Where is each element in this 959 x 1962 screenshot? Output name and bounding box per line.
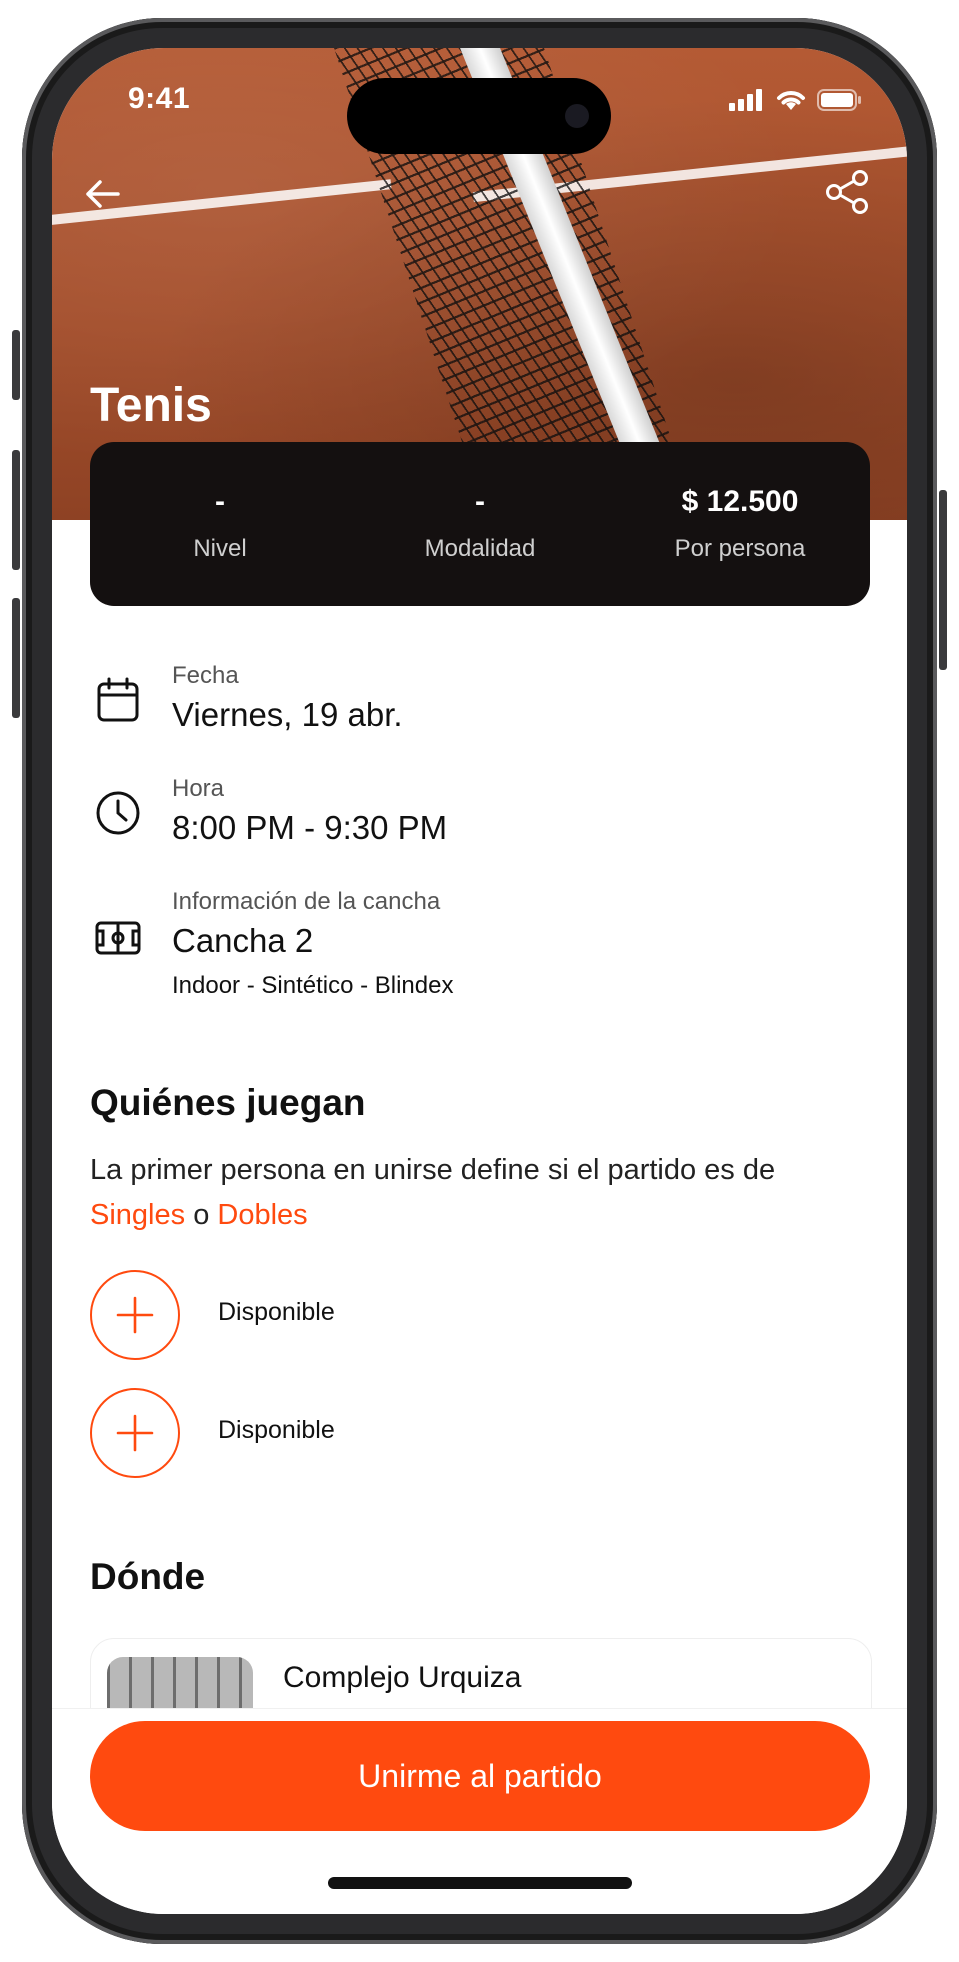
- volume-up-button: [12, 450, 20, 570]
- court-icon: [95, 921, 141, 955]
- stat-mode: - Modalidad: [350, 442, 610, 606]
- dynamic-island: [347, 78, 611, 154]
- volume-down-button: [12, 598, 20, 718]
- join-match-button[interactable]: Unirme al partido: [90, 1721, 870, 1831]
- stat-label: Por persona: [674, 535, 806, 562]
- court-row: Información de la cancha Cancha 2 Indoor…: [90, 888, 870, 1008]
- description-text: La primer persona en unirse define si el…: [90, 1154, 776, 1186]
- action-button: [12, 330, 20, 400]
- date-row: Fecha Viernes, 19 abr.: [90, 662, 870, 742]
- bottom-bar: Unirme al partido: [52, 1708, 907, 1914]
- court-label: Información de la cancha: [172, 888, 441, 915]
- player-slot[interactable]: Disponible: [90, 1388, 490, 1478]
- screen: 9:41 Tenis - Nivel - Modalidad $ 12.500 …: [52, 48, 907, 1914]
- wifi-icon: [777, 91, 805, 110]
- plus-icon: [116, 1414, 154, 1452]
- date-value: Viernes, 19 abr.: [172, 696, 403, 733]
- stat-label: Modalidad: [424, 535, 536, 562]
- battery-icon: [817, 89, 861, 111]
- stat-value: -: [215, 485, 225, 518]
- date-label: Fecha: [172, 662, 239, 689]
- slot-label: Disponible: [218, 1298, 335, 1326]
- stat-value: $ 12.500: [681, 485, 799, 518]
- add-player-button[interactable]: [90, 1270, 180, 1360]
- connector-text: o: [193, 1199, 210, 1231]
- plus-icon: [116, 1296, 154, 1334]
- power-button: [939, 490, 947, 670]
- share-button[interactable]: [820, 164, 876, 220]
- stat-price: $ 12.500 Por persona: [610, 442, 870, 606]
- stat-label: Nivel: [193, 535, 247, 562]
- back-button[interactable]: [74, 166, 130, 222]
- add-player-button[interactable]: [90, 1388, 180, 1478]
- time-value: 8:00 PM - 9:30 PM: [172, 809, 448, 846]
- page-title: Tenis: [90, 379, 212, 432]
- time-row: Hora 8:00 PM - 9:30 PM: [90, 775, 870, 855]
- arrow-left-icon: [86, 180, 120, 208]
- venue-name: Complejo Urquiza: [283, 1661, 522, 1694]
- home-indicator[interactable]: [328, 1877, 632, 1889]
- singles-link[interactable]: Singles: [90, 1199, 185, 1231]
- dobles-link[interactable]: Dobles: [217, 1199, 307, 1231]
- players-heading: Quiénes juegan: [90, 1082, 366, 1123]
- player-slot[interactable]: Disponible: [90, 1270, 490, 1360]
- court-details: Indoor - Sintético - Blindex: [172, 972, 454, 999]
- status-icons: [729, 88, 863, 112]
- stat-value: -: [475, 485, 485, 518]
- time-label: Hora: [172, 775, 225, 802]
- players-description: La primer persona en unirse define si el…: [90, 1148, 880, 1238]
- stat-level: - Nivel: [90, 442, 350, 606]
- court-value: Cancha 2: [172, 922, 314, 959]
- clock-icon: [96, 791, 140, 835]
- signal-icon: [729, 89, 762, 111]
- slot-label: Disponible: [218, 1416, 335, 1444]
- share-icon: [826, 170, 868, 214]
- where-heading: Dónde: [90, 1556, 206, 1597]
- match-stats-card: - Nivel - Modalidad $ 12.500 Por persona: [90, 442, 870, 606]
- status-time: 9:41: [128, 82, 191, 115]
- calendar-icon: [97, 677, 139, 722]
